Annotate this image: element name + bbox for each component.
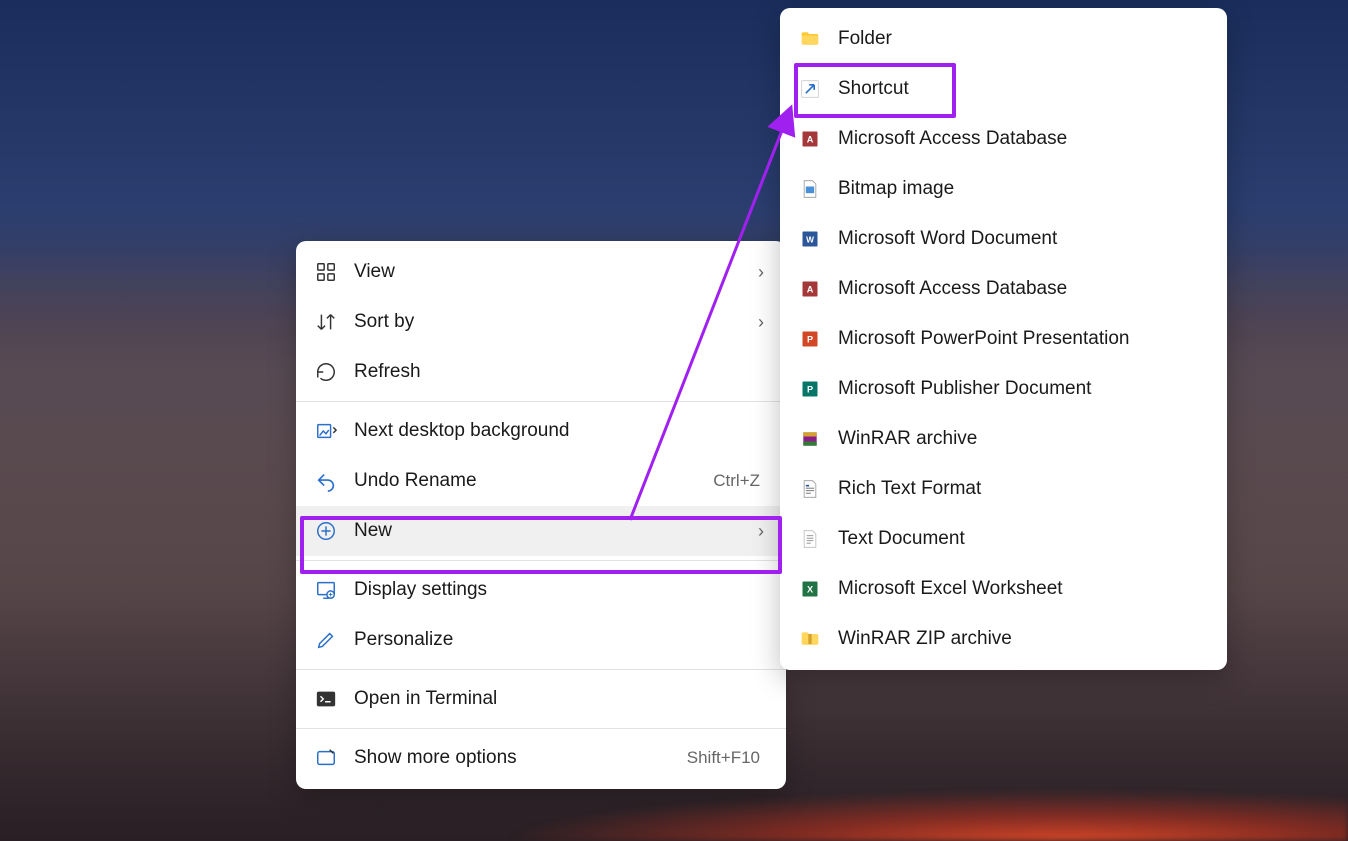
menu-item-sort-by[interactable]: Sort by › — [296, 297, 786, 347]
submenu-item-folder[interactable]: Folder — [780, 14, 1227, 64]
submenu-item-access-database[interactable]: A Microsoft Access Database — [780, 114, 1227, 164]
menu-label: WinRAR archive — [838, 428, 1209, 450]
menu-label: Bitmap image — [838, 178, 1209, 200]
menu-item-personalize[interactable]: Personalize — [296, 615, 786, 665]
refresh-icon — [314, 360, 338, 384]
menu-item-refresh[interactable]: Refresh — [296, 347, 786, 397]
menu-label: WinRAR ZIP archive — [838, 628, 1209, 650]
menu-label: Microsoft Access Database — [838, 278, 1209, 300]
view-icon — [314, 260, 338, 284]
terminal-icon — [314, 687, 338, 711]
sort-icon — [314, 310, 338, 334]
wallpaper-light-trail — [404, 781, 1348, 841]
menu-item-display-settings[interactable]: Display settings — [296, 565, 786, 615]
menu-item-undo-rename[interactable]: Undo Rename Ctrl+Z — [296, 456, 786, 506]
image-next-icon — [314, 419, 338, 443]
access-icon: A — [798, 277, 822, 301]
menu-label: Microsoft Publisher Document — [838, 378, 1209, 400]
chevron-right-icon: › — [754, 262, 768, 283]
menu-shortcut: Shift+F10 — [687, 748, 760, 768]
menu-label: Microsoft PowerPoint Presentation — [838, 328, 1209, 350]
submenu-item-shortcut[interactable]: Shortcut — [780, 64, 1227, 114]
submenu-item-rich-text-format[interactable]: Rich Text Format — [780, 464, 1227, 514]
menu-item-view[interactable]: View › — [296, 247, 786, 297]
zip-icon — [798, 627, 822, 651]
menu-label: View — [354, 261, 754, 283]
chevron-right-icon: › — [754, 521, 768, 542]
submenu-item-winrar-zip-archive[interactable]: WinRAR ZIP archive — [780, 614, 1227, 664]
menu-label: Next desktop background — [354, 420, 768, 442]
separator — [296, 669, 786, 670]
menu-item-open-in-terminal[interactable]: Open in Terminal — [296, 674, 786, 724]
menu-label: Refresh — [354, 361, 768, 383]
text-icon — [798, 527, 822, 551]
word-icon: W — [798, 227, 822, 251]
menu-label: Microsoft Access Database — [838, 128, 1209, 150]
powerpoint-icon: P — [798, 327, 822, 351]
menu-label: Microsoft Excel Worksheet — [838, 578, 1209, 600]
new-icon — [314, 519, 338, 543]
menu-label: Open in Terminal — [354, 688, 768, 710]
desktop-context-menu: View › Sort by › Refresh Next desktop ba… — [296, 241, 786, 789]
undo-icon — [314, 469, 338, 493]
separator — [296, 401, 786, 402]
menu-shortcut: Ctrl+Z — [713, 471, 760, 491]
svg-text:A: A — [807, 284, 814, 294]
svg-text:P: P — [807, 334, 813, 344]
display-settings-icon — [314, 578, 338, 602]
menu-label: Personalize — [354, 629, 768, 651]
rtf-icon — [798, 477, 822, 501]
publisher-icon: P — [798, 377, 822, 401]
bitmap-icon — [798, 177, 822, 201]
menu-item-show-more-options[interactable]: Show more options Shift+F10 — [296, 733, 786, 783]
submenu-item-word-document[interactable]: W Microsoft Word Document — [780, 214, 1227, 264]
submenu-item-bitmap-image[interactable]: Bitmap image — [780, 164, 1227, 214]
folder-icon — [798, 27, 822, 51]
separator — [296, 728, 786, 729]
svg-text:A: A — [807, 134, 814, 144]
menu-label: Text Document — [838, 528, 1209, 550]
svg-text:P: P — [807, 384, 813, 394]
submenu-item-access-database-2[interactable]: A Microsoft Access Database — [780, 264, 1227, 314]
personalize-icon — [314, 628, 338, 652]
submenu-item-excel-worksheet[interactable]: X Microsoft Excel Worksheet — [780, 564, 1227, 614]
svg-text:X: X — [807, 584, 814, 594]
excel-icon: X — [798, 577, 822, 601]
menu-label: Display settings — [354, 579, 768, 601]
menu-item-new[interactable]: New › — [296, 506, 786, 556]
winrar-icon — [798, 427, 822, 451]
separator — [296, 560, 786, 561]
menu-label: New — [354, 520, 754, 542]
menu-label: Undo Rename — [354, 470, 713, 492]
menu-label: Rich Text Format — [838, 478, 1209, 500]
menu-label: Folder — [838, 28, 1209, 50]
menu-label: Shortcut — [838, 78, 1209, 100]
more-options-icon — [314, 746, 338, 770]
menu-label: Show more options — [354, 747, 687, 769]
submenu-item-powerpoint-presentation[interactable]: P Microsoft PowerPoint Presentation — [780, 314, 1227, 364]
chevron-right-icon: › — [754, 312, 768, 333]
menu-label: Sort by — [354, 311, 754, 333]
submenu-item-publisher-document[interactable]: P Microsoft Publisher Document — [780, 364, 1227, 414]
menu-label: Microsoft Word Document — [838, 228, 1209, 250]
svg-text:W: W — [806, 234, 814, 244]
menu-item-next-desktop-background[interactable]: Next desktop background — [296, 406, 786, 456]
shortcut-icon — [798, 77, 822, 101]
new-submenu: Folder Shortcut A Microsoft Access Datab… — [780, 8, 1227, 670]
submenu-item-text-document[interactable]: Text Document — [780, 514, 1227, 564]
access-icon: A — [798, 127, 822, 151]
submenu-item-winrar-archive[interactable]: WinRAR archive — [780, 414, 1227, 464]
